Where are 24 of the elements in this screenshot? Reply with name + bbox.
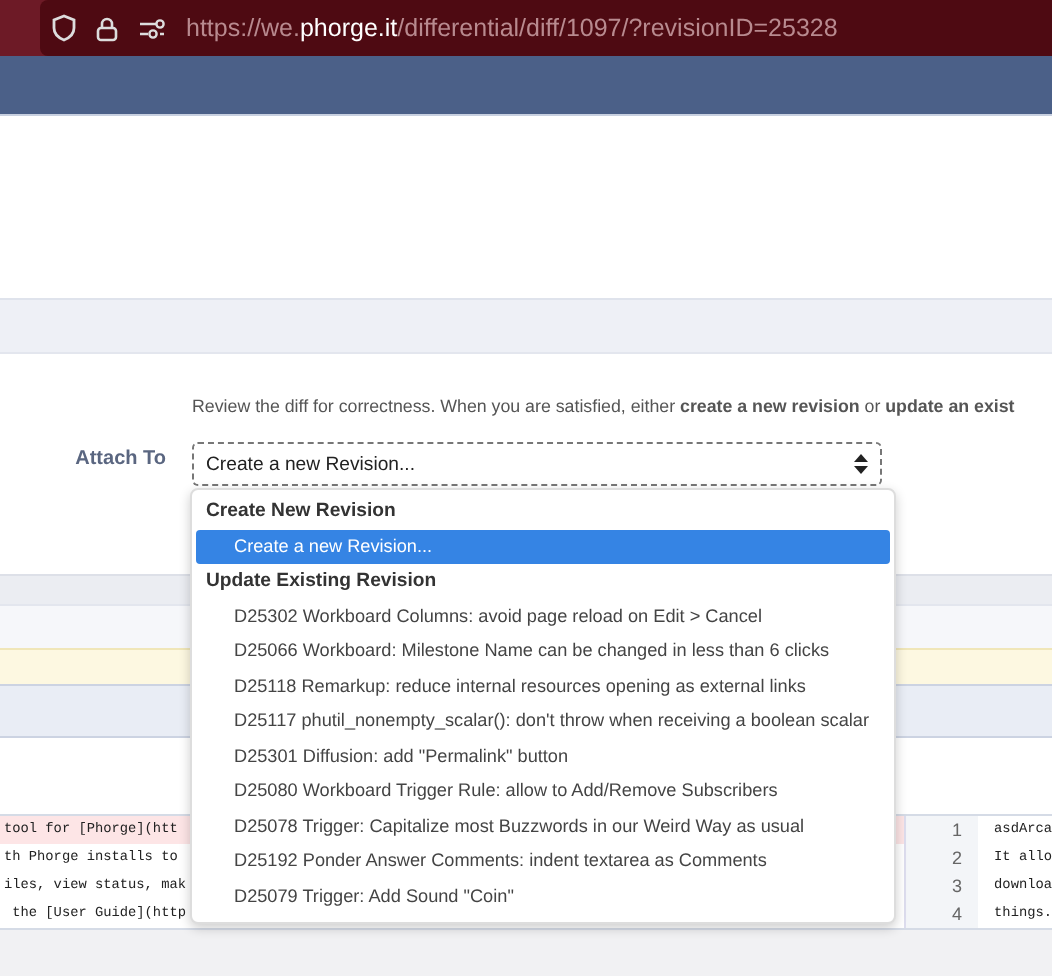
- dropdown-option[interactable]: D25302 Workboard Columns: avoid page reload on Edit > Cancel: [196, 599, 890, 634]
- group-heading: Update Existing Revision: [204, 568, 439, 596]
- dropdown-option[interactable]: D25192 Ponder Answer Comments: indent textarea as Comments: [196, 844, 890, 879]
- dropdown-option[interactable]: D25078 Trigger: Capitalize most Buzzwords in our Weird Way as usual: [196, 809, 890, 844]
- line-number: 4: [904, 900, 979, 928]
- group-heading: Create New Revision: [204, 498, 398, 526]
- line-number: 2: [904, 844, 979, 872]
- dropdown-option[interactable]: D25117 phutil_nonempty_scalar(): don't throw when receiving a boolean scalar: [196, 704, 890, 739]
- revision-select[interactable]: Create a new Revision...: [192, 442, 882, 486]
- dropdown-option[interactable]: D25066 Workboard: Milestone Name can be changed in less than 6 clicks: [196, 634, 890, 669]
- shield-icon[interactable]: [52, 14, 76, 42]
- instruction-text: Review the diff for correctness. When you are satisfied, either create a new revision or update an exist: [192, 394, 1015, 416]
- field-label: Attach To: [73, 446, 166, 470]
- dropdown-option[interactable]: D25301 Diffusion: add "Permalink" button: [196, 739, 890, 774]
- sliders-icon[interactable]: [138, 17, 166, 39]
- address-bar[interactable]: https://we.phorge.it/differential/diff/1097/?revisionID=25328: [40, 0, 1052, 56]
- dropdown-option[interactable]: D25080 Workboard Trigger Rule: allow to Add/Remove Subscribers: [196, 774, 890, 809]
- dropdown-option[interactable]: D25079 Trigger: Add Sound "Coin": [196, 879, 890, 914]
- updown-caret-icon: [854, 454, 868, 474]
- line-number: 3: [904, 872, 979, 900]
- dropdown-option[interactable]: Create a new Revision...: [196, 529, 890, 564]
- lock-icon[interactable]: [96, 15, 118, 41]
- dropdown-option[interactable]: D25118 Remarkup: reduce internal resources opening as external links: [196, 669, 890, 704]
- line-number: 1: [904, 816, 979, 844]
